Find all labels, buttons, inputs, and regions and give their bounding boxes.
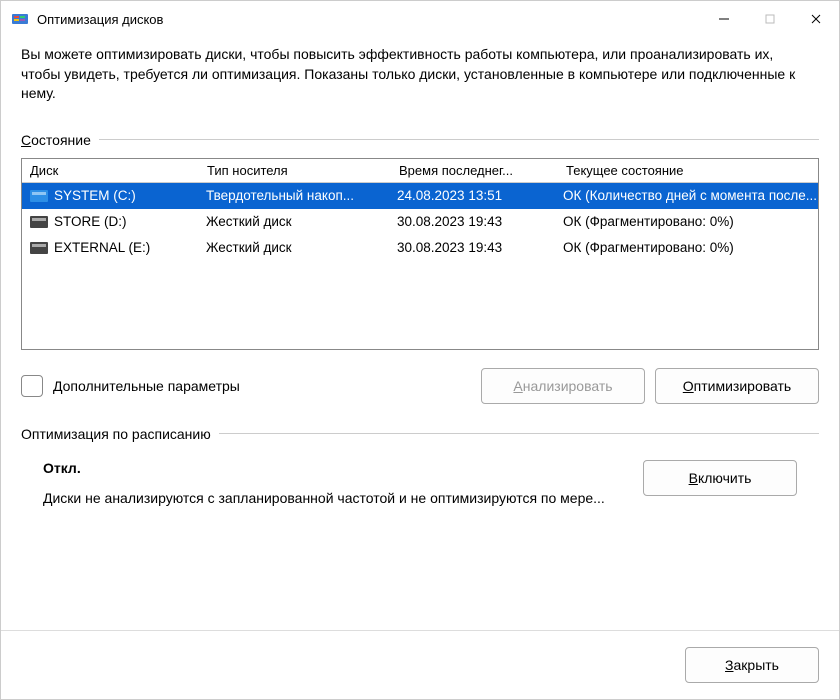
close-dialog-button[interactable]: Закрыть — [685, 647, 819, 683]
col-header-time[interactable]: Время последнег... — [391, 159, 558, 182]
drive-icon — [30, 190, 48, 202]
drive-type: Жесткий диск — [198, 240, 389, 255]
maximize-button[interactable] — [747, 1, 793, 37]
schedule-box: Откл. Диски не анализируются с запланиро… — [21, 452, 819, 506]
col-header-state[interactable]: Текущее состояние — [558, 159, 818, 182]
close-button[interactable] — [793, 1, 839, 37]
advanced-checkbox[interactable] — [21, 375, 43, 397]
analyze-button[interactable]: Анализировать — [481, 368, 645, 404]
divider — [219, 433, 819, 434]
content-area: Вы можете оптимизировать диски, чтобы по… — [1, 37, 839, 630]
divider — [99, 139, 819, 140]
drive-name: STORE (D:) — [54, 214, 127, 229]
drive-name: SYSTEM (C:) — [54, 188, 136, 203]
schedule-status: Откл. — [43, 460, 633, 476]
table-row[interactable]: SYSTEM (C:) Твердотельный накоп... 24.08… — [22, 183, 818, 209]
drives-table[interactable]: Диск Тип носителя Время последнег... Тек… — [21, 158, 819, 350]
drive-state: ОК (Количество дней с момента после... — [555, 188, 818, 203]
footer: Закрыть — [1, 630, 839, 699]
drive-state: ОК (Фрагментировано: 0%) — [555, 240, 818, 255]
drive-time: 30.08.2023 19:43 — [389, 240, 555, 255]
minimize-button[interactable] — [701, 1, 747, 37]
state-section-header: Состояние — [21, 132, 819, 148]
col-header-disc[interactable]: Диск — [22, 159, 199, 182]
drive-type: Жесткий диск — [198, 214, 389, 229]
intro-text: Вы можете оптимизировать диски, чтобы по… — [21, 45, 819, 104]
action-row: Дополнительные параметры Анализировать О… — [21, 368, 819, 404]
enable-schedule-button[interactable]: Включить — [643, 460, 797, 496]
table-header[interactable]: Диск Тип носителя Время последнег... Тек… — [22, 159, 818, 183]
optimize-button[interactable]: Оптимизировать — [655, 368, 819, 404]
state-section-label: Состояние — [21, 132, 91, 148]
defrag-app-icon — [11, 10, 29, 28]
window-title: Оптимизация дисков — [37, 12, 701, 27]
schedule-desc: Диски не анализируются с запланированной… — [43, 490, 633, 506]
drive-icon — [30, 242, 48, 254]
drive-type: Твердотельный накоп... — [198, 188, 389, 203]
schedule-section-header: Оптимизация по расписанию — [21, 426, 819, 442]
drive-state: ОК (Фрагментировано: 0%) — [555, 214, 818, 229]
col-header-type[interactable]: Тип носителя — [199, 159, 391, 182]
drive-name: EXTERNAL (E:) — [54, 240, 150, 255]
drive-time: 24.08.2023 13:51 — [389, 188, 555, 203]
titlebar: Оптимизация дисков — [1, 1, 839, 37]
schedule-section-label: Оптимизация по расписанию — [21, 426, 211, 442]
advanced-label: Дополнительные параметры — [53, 378, 240, 394]
advanced-params[interactable]: Дополнительные параметры — [21, 375, 471, 397]
table-row[interactable]: EXTERNAL (E:) Жесткий диск 30.08.2023 19… — [22, 235, 818, 261]
drive-time: 30.08.2023 19:43 — [389, 214, 555, 229]
table-row[interactable]: STORE (D:) Жесткий диск 30.08.2023 19:43… — [22, 209, 818, 235]
table-body: SYSTEM (C:) Твердотельный накоп... 24.08… — [22, 183, 818, 261]
drive-icon — [30, 216, 48, 228]
optimize-drives-window: Оптимизация дисков Вы можете оптимизиров… — [0, 0, 840, 700]
window-controls — [701, 1, 839, 37]
